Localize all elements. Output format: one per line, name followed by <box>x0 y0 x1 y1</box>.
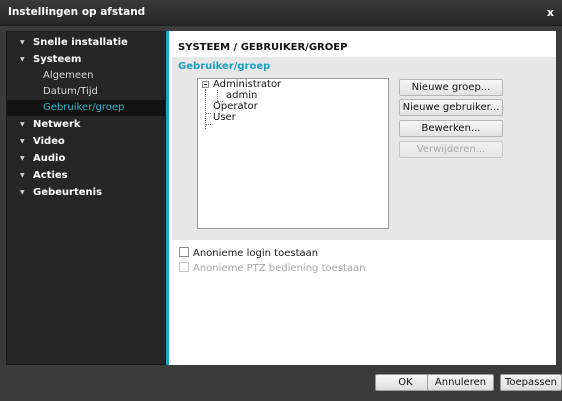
sidebar-subitem-algemeen[interactable]: Algemeen <box>7 68 165 84</box>
expand-arrow-icon: ▼ <box>20 121 25 128</box>
collapse-icon[interactable] <box>202 81 209 88</box>
tree-connector <box>217 90 218 101</box>
sidebar-item-label: Video <box>33 136 65 147</box>
new-user-button[interactable]: Nieuwe gebruiker... <box>399 99 503 116</box>
tree-connector <box>206 113 211 114</box>
sidebar-item-acties[interactable]: ▼ Acties <box>7 167 165 184</box>
edit-button[interactable]: Bewerken... <box>399 120 503 137</box>
settings-content-panel: SYSTEEM / GEBRUIKER/GROEP Gebruiker/groe… <box>169 31 556 365</box>
delete-button: Verwijderen... <box>399 141 503 158</box>
checkbox-label: Anonieme login toestaan <box>193 248 319 259</box>
sidebar-item-audio[interactable]: ▼ Audio <box>7 150 165 167</box>
window-title: Instellingen op afstand <box>8 6 146 18</box>
sidebar-subitem-gebruiker-groep[interactable]: Gebruiker/groep <box>7 100 165 116</box>
expand-arrow-icon: ▼ <box>20 155 25 162</box>
sidebar-item-video[interactable]: ▼ Video <box>7 133 165 150</box>
tree-node-user[interactable]: User <box>213 112 236 124</box>
remote-settings-window: Instellingen op afstand x ▼ Snelle insta… <box>0 0 562 401</box>
sidebar-item-label: Snelle installatie <box>33 37 128 48</box>
sidebar-item-netwerk[interactable]: ▼ Netwerk <box>7 116 165 133</box>
user-group-section: Gebruiker/groep Administrator admin Oper… <box>172 57 556 240</box>
anonymous-login-checkbox[interactable] <box>179 247 189 257</box>
apply-button[interactable]: Toepassen <box>500 374 562 391</box>
expand-arrow-icon: ▼ <box>20 172 25 179</box>
tree-connector <box>206 124 211 125</box>
sidebar-item-systeem[interactable]: ▼ Systeem <box>7 51 165 68</box>
tree-connector <box>205 89 206 129</box>
settings-sidebar: ▼ Snelle installatie ▼ Systeem Algemeen … <box>6 31 166 365</box>
sidebar-item-label: Netwerk <box>33 119 81 130</box>
expand-arrow-icon: ▼ <box>20 56 25 63</box>
checkbox-label: Anonieme PTZ bediening toestaan <box>193 263 366 274</box>
title-bar[interactable]: Instellingen op afstand x <box>0 0 562 26</box>
close-icon[interactable]: x <box>547 6 554 19</box>
section-title: Gebruiker/groep <box>178 61 271 72</box>
user-group-tree[interactable]: Administrator admin Operator User <box>197 78 389 229</box>
page-title: SYSTEEM / GEBRUIKER/GROEP <box>178 42 348 53</box>
anonymous-ptz-option: Anonieme PTZ bediening toestaan <box>179 262 365 275</box>
sidebar-item-snelle-installatie[interactable]: ▼ Snelle installatie <box>7 34 165 51</box>
anonymous-ptz-checkbox <box>179 262 189 272</box>
expand-arrow-icon: ▼ <box>20 39 25 46</box>
expand-arrow-icon: ▼ <box>20 189 25 196</box>
sidebar-item-label: Gebeurtenis <box>33 187 103 198</box>
sidebar-item-label: Acties <box>33 170 68 181</box>
sidebar-item-label: Audio <box>33 153 66 164</box>
anonymous-login-option[interactable]: Anonieme login toestaan <box>179 247 318 260</box>
sidebar-subitem-datum-tijd[interactable]: Datum/Tijd <box>7 84 165 100</box>
expand-arrow-icon: ▼ <box>20 138 25 145</box>
cancel-button[interactable]: Annuleren <box>427 374 494 391</box>
sidebar-item-label: Systeem <box>33 54 82 65</box>
sidebar-item-gebeurtenis[interactable]: ▼ Gebeurtenis <box>7 184 165 201</box>
new-group-button[interactable]: Nieuwe groep... <box>399 79 503 96</box>
